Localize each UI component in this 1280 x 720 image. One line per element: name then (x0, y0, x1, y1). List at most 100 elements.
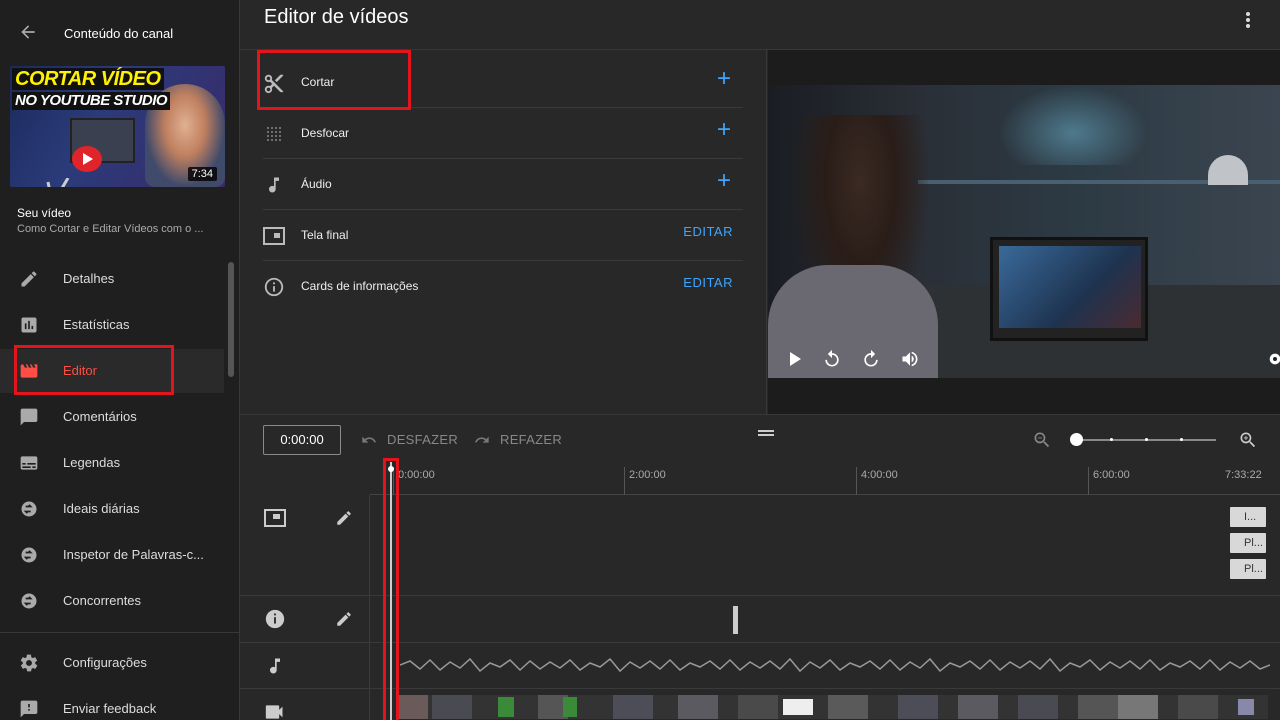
laptop-in-video (990, 237, 1148, 341)
info-icon (263, 276, 285, 298)
rewind-10-icon[interactable] (821, 348, 843, 370)
video-frame[interactable] (768, 85, 1280, 378)
back-to-channel-content[interactable]: Conteúdo do canal (0, 14, 240, 54)
end-screen-element[interactable]: Pl... (1230, 559, 1266, 579)
sidebar-item-label: Concorrentes (63, 593, 142, 608)
laptop-screen (999, 246, 1141, 328)
zoom-in-icon[interactable] (1238, 430, 1258, 455)
ruler-label: 6:00:00 (1093, 469, 1130, 481)
youtube-studio-editor: Conteúdo do canal CORTAR VÍDEO NO YOUTUB… (0, 0, 1280, 720)
extension-icon (18, 498, 40, 520)
pencil-icon (18, 268, 40, 290)
redo-icon (475, 436, 489, 443)
end-screen-icon (264, 507, 286, 529)
ruler-label: 0:00:00 (398, 469, 435, 481)
add-blur-button[interactable]: + (717, 117, 731, 143)
video-preview (768, 50, 1280, 414)
sidebar-item-label: Enviar feedback (63, 701, 157, 716)
undo-button[interactable]: DESFAZER (358, 432, 458, 448)
scissors-graphic-icon (46, 178, 70, 187)
resize-handle-icon[interactable] (758, 429, 774, 437)
edit-end-screen-button[interactable]: EDITAR (683, 224, 733, 239)
info-card-marker[interactable] (733, 606, 738, 634)
tool-label: Áudio (301, 177, 332, 191)
ruler-label: 4:00:00 (861, 469, 898, 481)
arrow-left-icon[interactable] (18, 22, 40, 44)
settings-gear-icon[interactable] (1264, 348, 1280, 370)
youtube-logo-icon (72, 146, 102, 172)
more-vert-icon[interactable] (1240, 10, 1256, 30)
back-label: Conteúdo do canal (64, 26, 174, 41)
gear-icon (18, 652, 40, 674)
tool-label: Cards de informações (301, 279, 419, 293)
video-thumbnail[interactable]: CORTAR VÍDEO NO YOUTUBE STUDIO 7:34 (10, 66, 225, 187)
analytics-icon (18, 314, 40, 336)
current-time-input[interactable]: 0:00:00 (263, 425, 341, 455)
redo-label: REFAZER (500, 432, 563, 447)
end-screen-element[interactable]: I... (1230, 507, 1266, 527)
end-screen-element[interactable]: Pl... (1230, 533, 1266, 553)
undo-icon (362, 436, 376, 443)
tool-label: Tela final (301, 228, 349, 242)
feedback-icon (18, 698, 40, 720)
forward-10-icon[interactable] (860, 348, 882, 370)
thumbnail-text-line1: CORTAR VÍDEO (12, 68, 164, 90)
pencil-icon[interactable] (334, 508, 354, 528)
add-trim-button[interactable]: + (717, 66, 731, 92)
extension-icon (18, 590, 40, 612)
filmstrip-frames (398, 695, 1254, 719)
sidebar-item-editor[interactable]: Editor (0, 349, 224, 393)
track-head (240, 643, 370, 688)
ruler-tick (1088, 467, 1089, 495)
sidebar-item-label: Editor (63, 363, 97, 378)
track-head (240, 596, 370, 642)
clapperboard-icon (18, 360, 40, 382)
ruler-tick (624, 467, 625, 495)
sidebar-item-analytics[interactable]: Estatísticas (0, 303, 224, 347)
blur-icon (263, 123, 285, 145)
tool-row-audio[interactable]: Áudio + (263, 159, 743, 210)
sidebar-item-settings[interactable]: Configurações (0, 641, 224, 685)
sidebar-item-label: Detalhes (63, 271, 115, 286)
zoom-slider-thumb[interactable] (1070, 433, 1083, 446)
tool-row-trim[interactable]: Cortar + (263, 57, 743, 108)
comment-icon (18, 406, 40, 428)
editor-header: Editor de vídeos (240, 0, 1280, 50)
music-note-icon (264, 655, 286, 677)
sidebar-item-feedback[interactable]: Enviar feedback (0, 687, 224, 720)
zoom-slider-step (1145, 438, 1148, 441)
tool-row-blur[interactable]: Desfocar + (263, 108, 743, 159)
redo-button[interactable]: REFAZER (471, 432, 562, 453)
sidebar-item-daily-ideas[interactable]: Ideais diárias (0, 487, 224, 531)
sidebar-item-label: Comentários (63, 409, 137, 424)
sidebar-scrollbar[interactable] (228, 262, 234, 377)
sidebar-item-details[interactable]: Detalhes (0, 257, 224, 301)
tool-row-info-cards[interactable]: Cards de informações EDITAR (263, 261, 743, 312)
video-duration-badge: 7:34 (187, 167, 217, 181)
sidebar-item-comments[interactable]: Comentários (0, 395, 224, 439)
ruler-tick (856, 467, 857, 495)
volume-icon[interactable] (899, 348, 921, 370)
sidebar-item-subtitles[interactable]: Legendas (0, 441, 224, 485)
play-icon[interactable] (784, 348, 806, 370)
video-filmstrip (398, 695, 1268, 719)
timeline-ruler[interactable]: 0:00:00 2:00:00 4:00:00 6:00:00 7:33:22 (370, 463, 1280, 495)
editor-tools: Cortar + Desfocar + Áudio + Tela final E… (240, 50, 767, 414)
ruler-label: 2:00:00 (629, 469, 666, 481)
thumbnail-text-line2: NO YOUTUBE STUDIO (12, 92, 171, 110)
wall-light (998, 85, 1148, 165)
sidebar-divider (0, 632, 240, 633)
sidebar-item-label: Ideais diárias (63, 501, 140, 516)
add-audio-button[interactable]: + (717, 168, 731, 194)
sidebar-item-label: Inspetor de Palavras-c... (63, 547, 204, 562)
sidebar-item-keyword-inspector[interactable]: Inspetor de Palavras-c... (0, 533, 224, 577)
sidebar-item-competitors[interactable]: Concorrentes (0, 579, 224, 623)
undo-label: DESFAZER (387, 432, 459, 447)
zoom-slider-step (1110, 438, 1113, 441)
scissors-icon (263, 72, 285, 94)
tool-row-end-screen[interactable]: Tela final EDITAR (263, 210, 743, 261)
video-caption: Seu vídeo Como Cortar e Editar Vídeos co… (17, 205, 227, 237)
pencil-icon[interactable] (334, 609, 354, 629)
zoom-out-icon[interactable] (1032, 430, 1052, 455)
edit-info-cards-button[interactable]: EDITAR (683, 275, 733, 290)
